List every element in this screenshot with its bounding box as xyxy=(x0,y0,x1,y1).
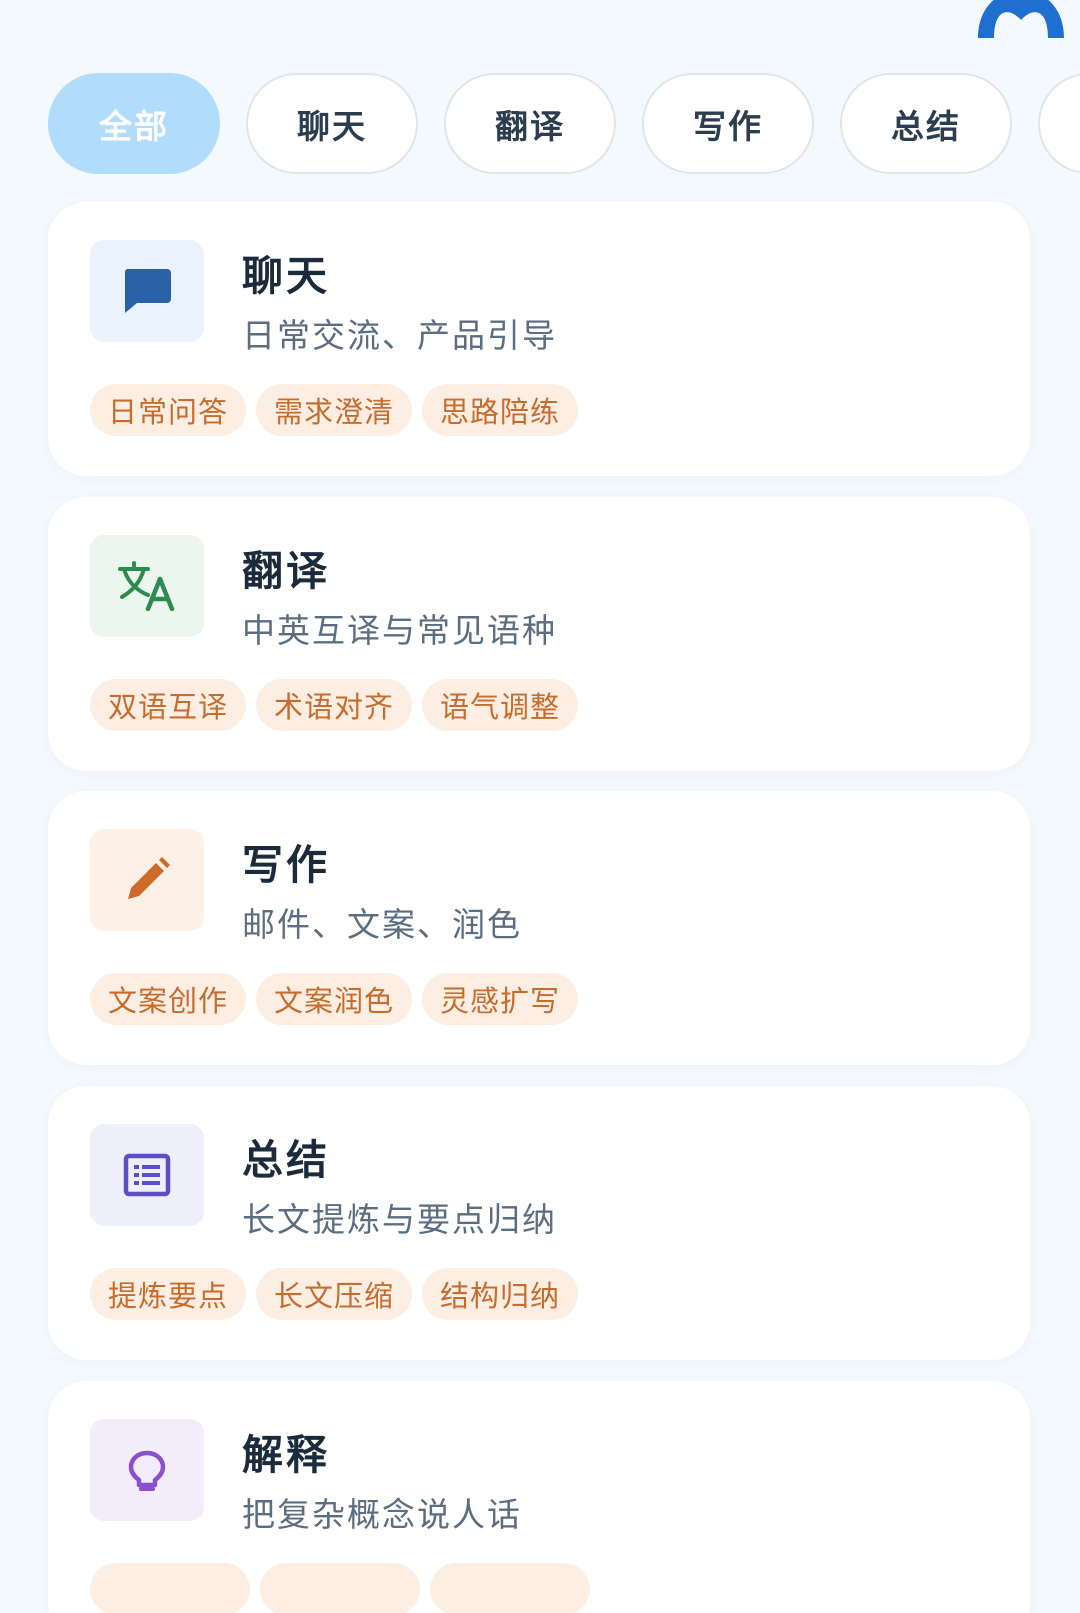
tag[interactable]: 需求澄清 xyxy=(256,384,413,436)
tag-list: 提炼要点 长文压缩 结构归纳 xyxy=(90,1268,579,1320)
mode-card-translate[interactable]: 翻译 中英互译与常见语种 双语互译 术语对齐 语气调整 xyxy=(48,497,1030,771)
mode-card-summary[interactable]: 总结 长文提炼与要点归纳 提炼要点 长文压缩 结构归纳 xyxy=(48,1086,1030,1360)
tab-all[interactable]: 全部 xyxy=(48,73,220,174)
mode-card-chat[interactable]: 聊天 日常交流、产品引导 日常问答 需求澄清 思路陪练 xyxy=(48,202,1030,476)
list-document-icon xyxy=(90,1124,204,1226)
mode-card-writing[interactable]: 写作 邮件、文案、润色 文案创作 文案润色 灵感扩写 xyxy=(48,791,1030,1065)
card-description: 把复杂概念说人话 xyxy=(242,1495,522,1534)
card-description: 长文提炼与要点归纳 xyxy=(242,1200,557,1239)
avatar-icon[interactable] xyxy=(978,0,1064,38)
tag[interactable] xyxy=(90,1563,250,1613)
chat-bubble-icon xyxy=(90,240,204,342)
card-title: 写作 xyxy=(242,841,330,889)
tag[interactable]: 灵感扩写 xyxy=(422,973,579,1025)
assistant-mode-list-page: 全部 聊天 翻译 写作 总结 聊天 日常交流、产品引导 日常问答 需求澄清 思路… xyxy=(0,0,1080,1613)
tag[interactable]: 提炼要点 xyxy=(90,1268,247,1320)
tag[interactable]: 双语互译 xyxy=(90,679,247,731)
filter-tabs: 全部 聊天 翻译 写作 总结 xyxy=(48,73,1080,174)
tag[interactable]: 日常问答 xyxy=(90,384,247,436)
tag-list: 文案创作 文案润色 灵感扩写 xyxy=(90,973,579,1025)
card-title: 总结 xyxy=(242,1136,330,1184)
tab-chat[interactable]: 聊天 xyxy=(246,73,418,174)
tag[interactable]: 文案创作 xyxy=(90,973,247,1025)
tab-more[interactable] xyxy=(1038,73,1080,174)
tag[interactable]: 语气调整 xyxy=(422,679,579,731)
tag-list: 双语互译 术语对齐 语气调整 xyxy=(90,679,579,731)
card-description: 中英互译与常见语种 xyxy=(242,611,557,650)
tag[interactable]: 文案润色 xyxy=(256,973,413,1025)
tag-list xyxy=(90,1563,590,1613)
card-title: 解释 xyxy=(242,1431,330,1479)
tag[interactable]: 术语对齐 xyxy=(256,679,413,731)
tag[interactable]: 结构归纳 xyxy=(422,1268,579,1320)
card-title: 翻译 xyxy=(242,547,330,595)
lightbulb-icon xyxy=(90,1419,204,1521)
mode-card-explain[interactable]: 解释 把复杂概念说人话 xyxy=(48,1381,1030,1613)
pencil-icon xyxy=(90,829,204,931)
tag[interactable]: 思路陪练 xyxy=(422,384,579,436)
tag[interactable] xyxy=(430,1563,590,1613)
tab-writing[interactable]: 写作 xyxy=(642,73,814,174)
card-description: 日常交流、产品引导 xyxy=(242,316,557,355)
tab-translate[interactable]: 翻译 xyxy=(444,73,616,174)
tag[interactable]: 长文压缩 xyxy=(256,1268,413,1320)
tab-summary[interactable]: 总结 xyxy=(840,73,1012,174)
card-description: 邮件、文案、润色 xyxy=(242,905,522,944)
translate-icon xyxy=(90,535,204,637)
tag-list: 日常问答 需求澄清 思路陪练 xyxy=(90,384,579,436)
card-title: 聊天 xyxy=(242,252,330,300)
tag[interactable] xyxy=(260,1563,420,1613)
